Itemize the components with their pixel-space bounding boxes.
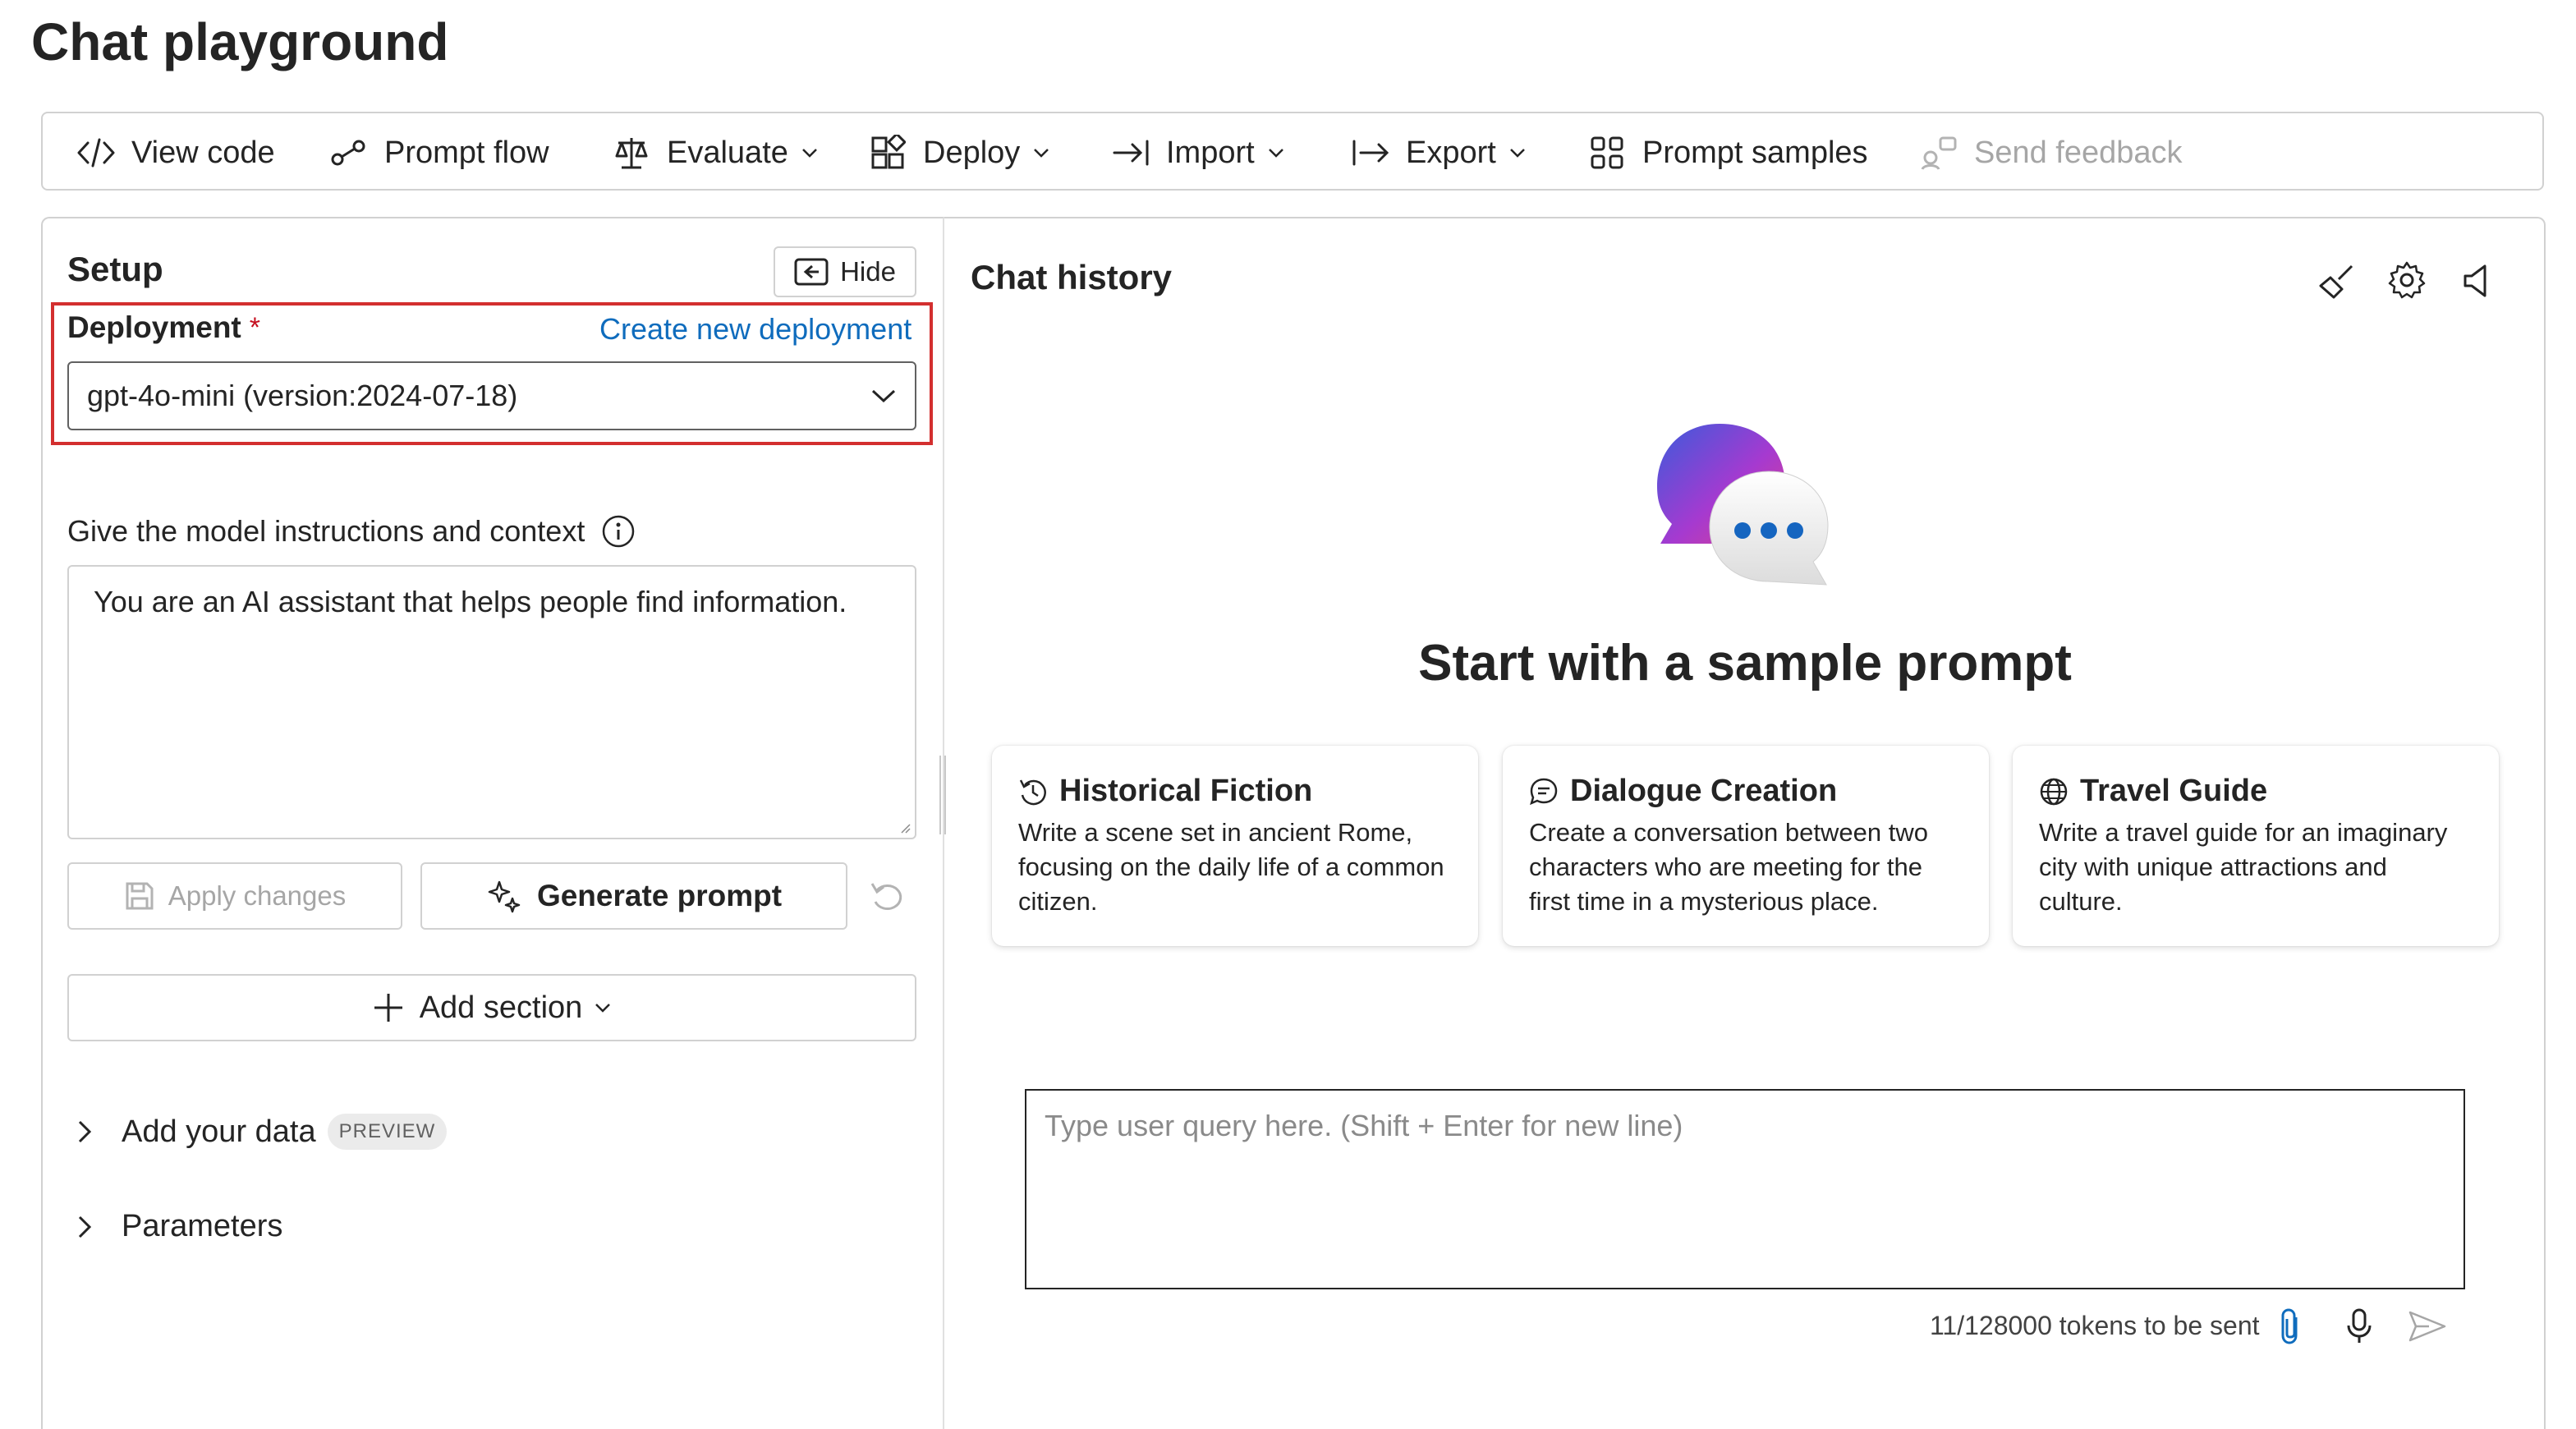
add-section-button[interactable]: Add section <box>67 974 916 1041</box>
parameters-label: Parameters <box>122 1209 283 1243</box>
chevron-right-icon <box>72 1215 97 1239</box>
setup-title: Setup <box>67 250 163 288</box>
prompt-samples-button[interactable]: Prompt samples <box>1586 113 1868 192</box>
info-icon[interactable] <box>601 514 636 549</box>
import-button[interactable]: Import <box>1110 113 1301 192</box>
undo-icon[interactable] <box>869 880 907 913</box>
flow-icon <box>328 132 370 173</box>
chevron-down-icon <box>1031 143 1051 163</box>
export-icon <box>1350 132 1391 173</box>
card-title: Historical Fiction <box>1059 774 1313 808</box>
export-button[interactable]: Export <box>1350 113 1542 192</box>
import-icon <box>1110 132 1151 173</box>
chevron-down-icon <box>870 388 897 404</box>
chevron-down-icon <box>1508 143 1527 163</box>
resize-handle-icon[interactable] <box>898 821 911 834</box>
view-code-label: View code <box>131 135 275 170</box>
deployment-label-row: Deployment * <box>67 310 260 345</box>
feedback-icon <box>1918 132 1959 173</box>
card-description: Create a conversation between two charac… <box>1529 818 1928 916</box>
chevron-down-icon <box>594 1002 612 1013</box>
send-feedback-button[interactable]: Send feedback <box>1918 113 2183 192</box>
sample-prompt-heading: Start with a sample prompt <box>1418 635 2072 692</box>
speaker-icon[interactable] <box>2460 261 2493 301</box>
chat-input-placeholder: Type user query here. (Shift + Enter for… <box>1045 1109 1683 1142</box>
generate-prompt-label: Generate prompt <box>536 879 783 912</box>
deploy-icon <box>867 132 908 173</box>
chat-bubble-icon <box>1529 777 1559 806</box>
panel-collapse-icon <box>794 258 829 286</box>
apply-changes-label: Apply changes <box>168 880 347 911</box>
save-icon <box>124 880 155 912</box>
token-count: 11/128000 tokens to be sent <box>1930 1311 2260 1340</box>
clear-chat-icon[interactable] <box>2317 261 2357 301</box>
microphone-icon[interactable] <box>2345 1307 2373 1345</box>
generate-prompt-button[interactable]: Generate prompt <box>420 862 847 930</box>
evaluate-label: Evaluate <box>667 135 788 170</box>
evaluate-button[interactable]: Evaluate <box>611 113 834 192</box>
deployment-value: gpt-4o-mini (version:2024-07-18) <box>87 379 518 412</box>
card-description: Write a travel guide for an imaginary ci… <box>2039 818 2448 916</box>
sample-card-travel-guide[interactable]: Travel Guide Write a travel guide for an… <box>2013 746 2499 946</box>
instructions-label-row: Give the model instructions and context <box>67 514 636 549</box>
chevron-down-icon <box>800 143 820 163</box>
prompt-flow-label: Prompt flow <box>384 135 549 170</box>
grid-icon <box>1586 132 1628 173</box>
code-icon <box>76 132 117 173</box>
deployment-select[interactable]: gpt-4o-mini (version:2024-07-18) <box>67 361 916 430</box>
scale-icon <box>611 132 652 173</box>
chevron-down-icon <box>1266 143 1286 163</box>
view-code-button[interactable]: View code <box>76 113 275 192</box>
sparkle-icon <box>486 879 521 913</box>
deploy-button[interactable]: Deploy <box>867 113 1066 192</box>
prompt-samples-label: Prompt samples <box>1642 135 1868 170</box>
chevron-right-icon <box>72 1119 97 1144</box>
deploy-label: Deploy <box>923 135 1021 170</box>
card-description: Write a scene set in ancient Rome, focus… <box>1018 818 1444 916</box>
chat-bubbles-illustration-icon <box>1654 420 1834 605</box>
card-title: Dialogue Creation <box>1570 774 1838 808</box>
sample-card-dialogue-creation[interactable]: Dialogue Creation Create a conversation … <box>1503 746 1989 946</box>
deployment-label: Deployment <box>67 310 241 344</box>
hide-button[interactable]: Hide <box>774 246 916 297</box>
sample-card-historical-fiction[interactable]: Historical Fiction Write a scene set in … <box>992 746 1478 946</box>
send-icon[interactable] <box>2408 1309 2447 1344</box>
gear-icon[interactable] <box>2386 260 2427 301</box>
instructions-label: Give the model instructions and context <box>67 514 585 548</box>
hide-label: Hide <box>840 256 896 287</box>
export-label: Export <box>1406 135 1496 170</box>
apply-changes-button[interactable]: Apply changes <box>67 862 402 930</box>
add-data-row[interactable]: Add your data PREVIEW <box>72 1114 448 1150</box>
attach-icon[interactable] <box>2280 1307 2301 1345</box>
send-feedback-label: Send feedback <box>1974 135 2183 170</box>
preview-badge: PREVIEW <box>327 1114 448 1150</box>
page-title: Chat playground <box>31 12 449 71</box>
globe-icon <box>2039 777 2069 806</box>
instructions-value: You are an AI assistant that helps peopl… <box>94 585 847 618</box>
instructions-textarea[interactable]: You are an AI assistant that helps peopl… <box>67 565 916 839</box>
toolbar: View code Prompt flow Evaluate Deploy Im… <box>41 112 2544 191</box>
history-icon <box>1018 777 1048 806</box>
chat-input[interactable]: Type user query here. (Shift + Enter for… <box>1025 1089 2465 1289</box>
plus-icon <box>372 991 405 1024</box>
chat-history-title: Chat history <box>971 258 1173 296</box>
import-label: Import <box>1166 135 1255 170</box>
parameters-row[interactable]: Parameters <box>72 1209 282 1244</box>
card-title: Travel Guide <box>2080 774 2268 808</box>
prompt-flow-button[interactable]: Prompt flow <box>328 113 549 192</box>
create-deployment-link[interactable]: Create new deployment <box>599 312 911 347</box>
required-mark: * <box>249 311 260 343</box>
add-section-label: Add section <box>419 990 583 1025</box>
add-data-label: Add your data <box>122 1114 316 1149</box>
